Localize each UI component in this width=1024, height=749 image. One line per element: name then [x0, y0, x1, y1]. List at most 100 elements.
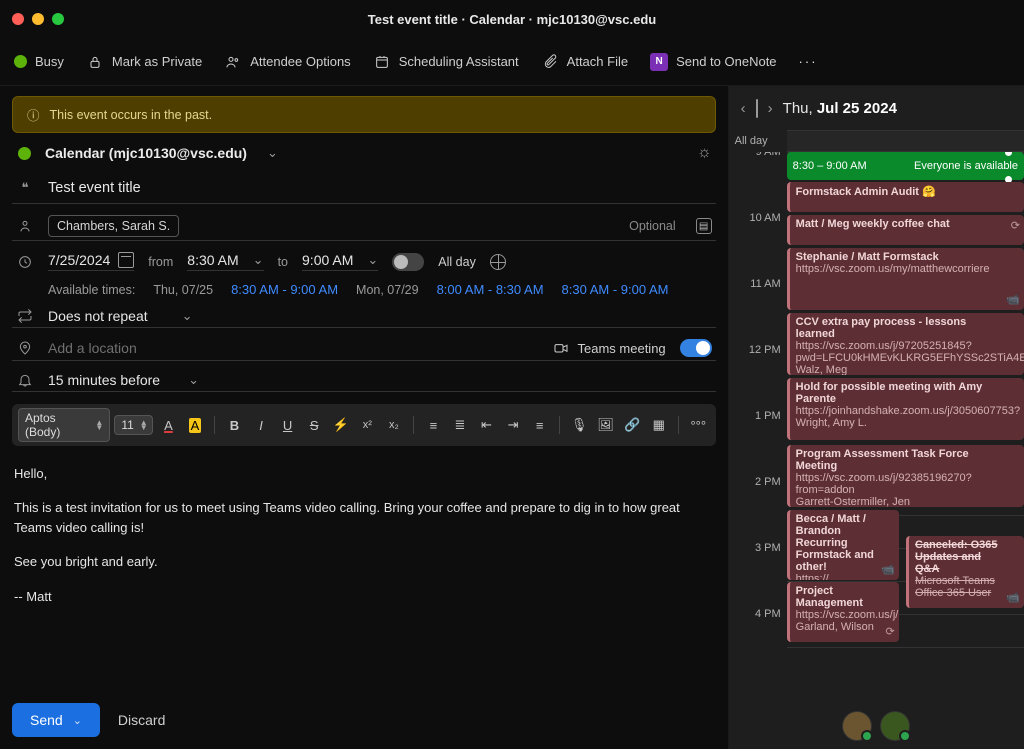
- calendar-event[interactable]: Matt / Meg weekly coffee chat⟳: [787, 215, 1024, 245]
- body-line: See you bright and early.: [14, 552, 714, 572]
- video-icon: 📹: [1006, 591, 1020, 604]
- dictate-button[interactable]: 🎙: [568, 413, 591, 437]
- calendar-event[interactable]: Stephanie / Matt Formstack https://vsc.z…: [787, 248, 1024, 310]
- strike-button[interactable]: S: [303, 413, 326, 437]
- available-day-2: Mon, 07/29: [356, 283, 419, 297]
- send-onenote[interactable]: N Send to OneNote: [650, 53, 776, 71]
- available-slot-3[interactable]: 8:30 AM - 9:00 AM: [562, 282, 669, 297]
- footer-actions: Send ⌄ Discard: [12, 697, 716, 737]
- next-day-button[interactable]: ›: [768, 100, 773, 117]
- available-day-1: Thu, 07/25: [153, 283, 213, 297]
- font-color-button[interactable]: A: [157, 413, 180, 437]
- chevron-down-icon[interactable]: ⌄: [182, 308, 193, 324]
- end-time-value: 9:00 AM: [302, 252, 353, 268]
- brightness-icon[interactable]: ☼: [697, 144, 712, 162]
- reminder-value[interactable]: 15 minutes before: [48, 372, 160, 388]
- date-field[interactable]: 7/25/2024: [48, 252, 134, 271]
- teams-toggle[interactable]: [680, 339, 712, 357]
- selected-time: 8:30 – 9:00 AM: [793, 160, 867, 172]
- body-line: Hello,: [14, 464, 714, 484]
- today-button[interactable]: [756, 100, 758, 117]
- scheduling-assistant-label: Scheduling Assistant: [399, 54, 519, 69]
- highlight-button[interactable]: A: [184, 413, 207, 437]
- font-size-select[interactable]: 11▲▼: [114, 415, 153, 435]
- calendar-event[interactable]: Program Assessment Task Force Meeting ht…: [787, 445, 1024, 507]
- superscript-button[interactable]: x²: [356, 413, 379, 437]
- paperclip-icon: [541, 53, 559, 71]
- subscript-button[interactable]: x₂: [383, 413, 406, 437]
- chevron-down-icon[interactable]: ⌄: [267, 145, 278, 161]
- teams-meeting-label: Teams meeting: [578, 341, 666, 356]
- optional-label[interactable]: Optional: [629, 219, 676, 233]
- scheduling-assistant[interactable]: Scheduling Assistant: [373, 53, 519, 71]
- calendar-event[interactable]: Project Management https://vsc.zoom.us/j…: [787, 582, 899, 642]
- status-busy[interactable]: Busy: [14, 54, 64, 69]
- video-icon: 📹: [881, 563, 895, 576]
- repeat-value[interactable]: Does not repeat: [48, 308, 148, 324]
- calendar-event[interactable]: CCV extra pay process - lessons learned …: [787, 313, 1024, 375]
- attendee-chip[interactable]: Chambers, Sarah S.: [48, 215, 179, 237]
- avatar[interactable]: [842, 711, 872, 741]
- underline-button[interactable]: U: [276, 413, 299, 437]
- calendar-event[interactable]: Hold for possible meeting with Amy Paren…: [787, 378, 1024, 440]
- avatar[interactable]: [880, 711, 910, 741]
- align-button[interactable]: ≡: [528, 413, 551, 437]
- numbered-button[interactable]: ≣: [449, 413, 472, 437]
- text-effects-button[interactable]: ⚡: [329, 413, 352, 437]
- lock-icon: [86, 53, 104, 71]
- prev-day-button[interactable]: ‹: [741, 100, 746, 117]
- end-time-field[interactable]: 9:00 AM ⌄: [302, 252, 378, 271]
- attach-file[interactable]: Attach File: [541, 53, 628, 71]
- calendar-event[interactable]: Becca / Matt / Brandon Recurring Formsta…: [787, 510, 899, 580]
- calendar-name[interactable]: Calendar (mjc10130@vsc.edu): [45, 145, 247, 161]
- time-gutter: 9 AM10 AM 11 AM12 PM 1 PM2 PM 3 PM4 PM: [729, 152, 787, 680]
- to-label: to: [278, 255, 288, 269]
- bullets-button[interactable]: ≡: [422, 413, 445, 437]
- address-book-icon[interactable]: ▤: [696, 218, 712, 234]
- start-time-field[interactable]: 8:30 AM ⌄: [187, 252, 263, 271]
- link-button[interactable]: 🔗: [621, 413, 644, 437]
- discard-button[interactable]: Discard: [118, 712, 165, 728]
- more-menu[interactable]: ···: [799, 54, 818, 69]
- italic-button[interactable]: I: [250, 413, 273, 437]
- allday-toggle[interactable]: [392, 253, 424, 271]
- chevron-down-icon[interactable]: ⌄: [188, 372, 199, 388]
- timezone-icon[interactable]: [490, 254, 506, 270]
- toolbar: Busy Mark as Private Attendee Options Sc…: [0, 38, 1024, 86]
- outdent-button[interactable]: ⇤: [475, 413, 498, 437]
- presence-available-icon: [861, 730, 873, 742]
- font-select[interactable]: Aptos (Body)▲▼: [18, 408, 110, 442]
- send-button[interactable]: Send ⌄: [12, 703, 100, 737]
- from-label: from: [148, 255, 173, 269]
- video-icon: 📹: [1006, 293, 1020, 306]
- available-slot-2[interactable]: 8:00 AM - 8:30 AM: [437, 282, 544, 297]
- clock-icon: [16, 254, 34, 270]
- attendee-options[interactable]: Attendee Options: [224, 53, 350, 71]
- calendar-event-cancelled[interactable]: Canceled: O365 Updates and Q&A Microsoft…: [906, 536, 1024, 608]
- table-button[interactable]: ▦: [648, 413, 671, 437]
- calendar-picker-icon[interactable]: [118, 252, 134, 268]
- banner-text: This event occurs in the past.: [50, 108, 213, 122]
- past-event-banner: ⓘ This event occurs in the past.: [12, 96, 716, 133]
- selected-time-slot[interactable]: 8:30 – 9:00 AM Everyone is available: [787, 152, 1024, 180]
- bold-button[interactable]: B: [223, 413, 246, 437]
- attendees-icon: [224, 53, 242, 71]
- available-slot-1[interactable]: 8:30 AM - 9:00 AM: [231, 282, 338, 297]
- calendar-event[interactable]: Formstack Admin Audit 🤗: [787, 182, 1024, 212]
- mark-private[interactable]: Mark as Private: [86, 53, 202, 71]
- image-button[interactable]: 🖼: [594, 413, 617, 437]
- quote-icon: ❝: [16, 180, 34, 196]
- repeat-icon: ⟳: [885, 625, 894, 638]
- indent-button[interactable]: ⇥: [502, 413, 525, 437]
- event-form: ⓘ This event occurs in the past. Calenda…: [0, 86, 728, 749]
- location-field[interactable]: Add a location: [48, 340, 538, 356]
- message-body[interactable]: Hello, This is a test invitation for us …: [12, 454, 716, 689]
- chevron-down-icon: ⌄: [367, 252, 378, 268]
- allday-slot[interactable]: [787, 130, 1024, 152]
- available-times-row: Available times: Thu, 07/25 8:30 AM - 9:…: [12, 282, 716, 297]
- available-label: Available times:: [48, 283, 135, 297]
- schedule-grid[interactable]: 9 AM10 AM 11 AM12 PM 1 PM2 PM 3 PM4 PM 8…: [729, 152, 1024, 703]
- editor-more[interactable]: °°°: [687, 413, 710, 437]
- date-value: 7/25/2024: [48, 252, 110, 268]
- event-title-field[interactable]: Test event title: [48, 176, 712, 200]
